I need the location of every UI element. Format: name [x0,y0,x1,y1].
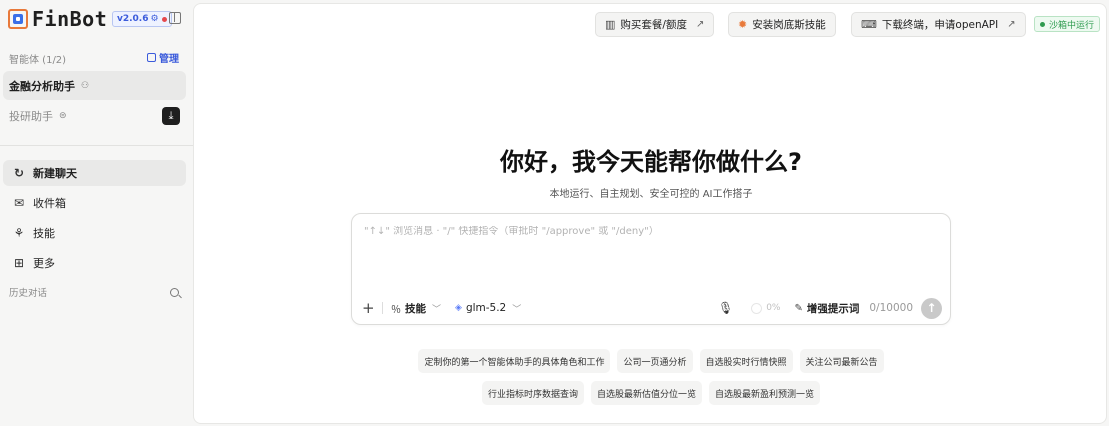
send-button[interactable]: ↑ [921,297,942,319]
status-dot-icon [1040,21,1045,27]
suggestion-chip[interactable]: 自选股最新盈利预测一览 [709,381,821,405]
download-icon: ⤓ [168,109,174,122]
sidebar-divider [0,145,193,146]
history-header: 历史对话 [9,285,179,299]
chat-input[interactable] [364,226,934,237]
download-terminal-label: 下载终端，申请openAPI [881,19,999,31]
download-terminal-button[interactable]: ⌨ 下载终端，申请openAPI ↗ [851,12,1026,37]
nav-more[interactable]: ⊞ 更多 [3,250,186,276]
manage-label: 管理 [159,54,179,65]
settings-icon: ⚙ [150,14,159,24]
sandbox-status-badge: 沙箱中运行 [1034,16,1101,32]
arrow-up-icon: ↑ [926,301,937,315]
chevron-down-icon: ﹀ [432,304,442,315]
chevron-down-icon: ﹀ [512,304,522,315]
suggestion-chip[interactable]: 公司一页通分析 [617,349,693,373]
main-panel: ▥ 购买套餐/额度 ↗ ✹ 安装岗底斯技能 ⌨ 下载终端，申请openAPI ↗… [193,3,1107,424]
usage-percent: 0% [766,303,781,313]
composer-toolbar: + ％ 技能 ﹀ ◈ glm-5.2 ﹀ 🎙 0% ✎ 增强提示词 0/1000… [362,297,942,319]
nav-label: 技能 [33,227,55,240]
logo[interactable]: FinBot [8,6,107,32]
finbot-logo-icon [8,9,28,29]
enhance-prompt-button[interactable]: ✎ 增强提示词 [794,301,859,316]
chat-composer: + ％ 技能 ﹀ ◈ glm-5.2 ﹀ 🎙 0% ✎ 增强提示词 [351,213,951,325]
sidebar-collapse-icon[interactable] [169,12,181,24]
model-logo-icon: ◈ [455,303,462,313]
skills-label: 技能 [405,302,426,315]
nav-label: 更多 [33,257,55,270]
greeting-subtitle: 本地运行、自主规划、安全可控的 AI工作搭子 [549,189,753,200]
install-skills-label: 安装岗底斯技能 [752,19,826,31]
monitor-icon: ⌨ [861,18,877,31]
version-label: v2.0.6 [117,14,149,24]
install-skills-button[interactable]: ✹ 安装岗底斯技能 [728,12,836,37]
search-icon[interactable] [170,287,179,297]
skill-icon: ⚘ [13,226,25,240]
buy-plan-label: 购买套餐/额度 [620,19,687,31]
progress-ring-icon [751,302,763,314]
version-badge[interactable]: v2.0.6 ⚙ [112,11,172,27]
building-icon: ▥ [605,18,616,31]
manage-agents-button[interactable]: 管理 [147,50,179,65]
nav-skills[interactable]: ⚘ 技能 [3,220,186,246]
suggestion-chip[interactable]: 自选股最新估值分位一览 [590,381,702,405]
grid-icon: ⊞ [13,256,25,270]
external-link-icon: ↗ [1007,19,1016,30]
suggestion-chip[interactable]: 自选股实时行情快照 [699,349,793,373]
char-count: 0/10000 [869,302,913,314]
context-usage: 0% [751,302,781,314]
person-icon: ⚇ [81,80,90,91]
mail-icon: ✉ [13,196,25,210]
app-name: FinBot [32,7,108,31]
magic-wand-icon: ✎ [794,302,803,314]
model-selector[interactable]: ◈ glm-5.2 ﹀ [455,302,521,315]
skills-selector[interactable]: ％ 技能 ﹀ [391,301,441,316]
external-link-icon: ↗ [695,19,705,30]
suggestion-chip[interactable]: 定制你的第一个智能体助手的具体角色和工作 [418,349,611,373]
suggestion-row-1: 定制你的第一个智能体助手的具体角色和工作 公司一页通分析 自选股实时行情快照 关… [194,349,1108,373]
agent-item-research-assistant[interactable]: 投研助手 ⊜ [3,101,186,130]
nav-inbox[interactable]: ✉ 收件箱 [3,190,186,216]
composer-right-tools: 🎙 0% ✎ 增强提示词 0/10000 ↑ [718,297,942,319]
skills-icon: ％ [391,304,401,316]
attach-plus-button[interactable]: + [362,299,376,317]
update-dot-icon [161,16,167,22]
nav-label: 收件箱 [33,197,66,210]
agent-item-financial-analyst[interactable]: 金融分析助手 ⚇ [3,71,186,100]
sidebar: FinBot v2.0.6 ⚙ 智能体 (1/2) 管理 金融分析助手 ⚇ 投研… [0,0,193,426]
history-label: 历史对话 [9,288,48,299]
agent-label: 金融分析助手 [9,79,75,93]
download-agent-button[interactable]: ⤓ [162,107,180,125]
gear-icon: ✹ [738,18,748,31]
agent-label: 投研助手 [9,109,53,123]
nav-label: 新建聊天 [33,167,77,180]
microphone-icon[interactable]: 🎙 [718,301,733,315]
suggestion-chip[interactable]: 行业指标时序数据查询 [481,381,584,405]
agents-section-label: 智能体 (1/2) [9,55,67,66]
nav-new-chat[interactable]: ↻ 新建聊天 [3,160,186,186]
greeting-title: 你好，我今天能帮你做什么? [500,148,802,176]
refresh-chat-icon: ↻ [13,166,25,180]
model-label: glm-5.2 [465,302,507,314]
buy-plan-button[interactable]: ▥ 购买套餐/额度 ↗ [595,12,715,37]
sandbox-status-label: 沙箱中运行 [1049,20,1095,31]
toolbar-divider [382,302,383,314]
suggestion-row-2: 行业指标时序数据查询 自选股最新估值分位一览 自选股最新盈利预测一览 [194,381,1108,405]
suggestion-chip[interactable]: 关注公司最新公告 [799,349,884,373]
enhance-label: 增强提示词 [806,302,860,315]
robot-icon: ⊜ [59,110,67,121]
edit-icon [147,53,156,62]
